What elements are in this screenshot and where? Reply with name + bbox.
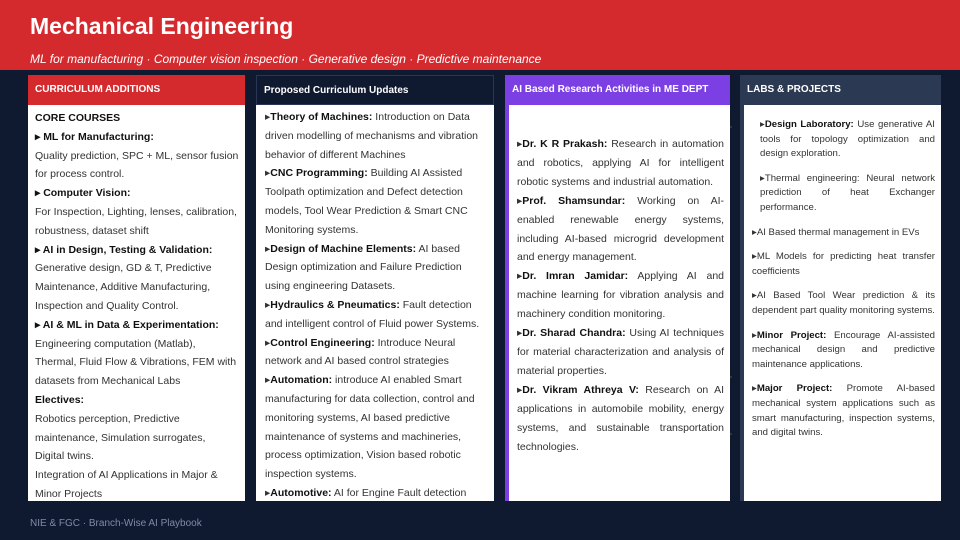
course-line: ▸ AI in Design, Testing & Validation:	[35, 243, 213, 256]
lab-project-item: ▸Design Laboratory: Use generative AI to…	[752, 118, 935, 162]
bullet-dot	[730, 126, 732, 128]
course-line: Maintenance, Additive Manufacturing,	[35, 281, 211, 294]
lab-project-item-text: Thermal engineering: Neural network pred…	[760, 172, 935, 213]
lab-project-item: ▸AI Based Tool Wear prediction & its dep…	[752, 289, 935, 318]
curriculum-update-item-title: Theory of Machines:	[270, 111, 373, 123]
research-activities-body: ▸Dr. K R Prakash: Research in automation…	[505, 105, 730, 501]
research-item: ▸Dr. K R Prakash: Research in automation…	[517, 135, 724, 192]
lab-project-item: ▸AI Based thermal management in EVs	[752, 226, 935, 241]
curriculum-update-item-text: introduce AI enabled Smart manufacturing…	[265, 374, 475, 481]
course-line: Electives:	[35, 393, 85, 406]
lab-project-item: ▸Major Project: Promote AI-based mechani…	[752, 382, 935, 440]
page-subtitle: ML for manufacturing · Computer vision i…	[30, 52, 542, 66]
research-item-title: Prof. Shamsundar:	[522, 194, 626, 207]
proposed-updates-heading: Proposed Curriculum Updates	[256, 75, 494, 105]
course-line: CORE COURSES	[35, 112, 121, 124]
research-item: ▸Dr. Vikram Athreya V: Research on AI ap…	[517, 381, 724, 457]
curriculum-additions-heading: CURRICULUM ADDITIONS	[28, 75, 245, 105]
curriculum-update-item: ▸CNC Programming: Building AI Assisted T…	[265, 164, 488, 239]
labs-projects-panel: LABS & PROJECTS ▸Design Laboratory: Use …	[740, 75, 941, 501]
lab-project-item-title: Design Laboratory:	[764, 119, 854, 130]
lab-project-item-text: AI Based Tool Wear prediction & its depe…	[752, 290, 935, 316]
curriculum-update-item: ▸Theory of Machines: Introduction on Dat…	[265, 108, 488, 164]
course-line: Quality prediction, SPC + ML, sensor fus…	[35, 149, 239, 162]
bullet-dot	[730, 433, 732, 435]
research-activities-panel: AI Based Research Activities in ME DEPT …	[505, 75, 730, 501]
curriculum-additions-panel: CURRICULUM ADDITIONS CORE COURSES ▸ ML fo…	[28, 75, 245, 501]
course-line: Robotics perception, Predictive	[35, 412, 180, 425]
proposed-updates-body: ▸Theory of Machines: Introduction on Dat…	[256, 105, 494, 501]
labs-projects-heading: LABS & PROJECTS	[740, 75, 941, 105]
course-line: Minor Projects	[35, 487, 103, 500]
course-line: Generative design, GD & T, Predictive	[35, 262, 212, 275]
research-item-title: Dr. Sharad Chandra:	[522, 327, 626, 340]
lab-project-item-text: ML Models for predicting heat transfer c…	[752, 251, 935, 277]
lab-project-item: ▸ML Models for predicting heat transfer …	[752, 250, 935, 279]
course-line: For Inspection, Lighting, lenses, calibr…	[35, 205, 237, 218]
lab-project-item: ▸Thermal engineering: Neural network pre…	[752, 172, 935, 216]
curriculum-additions-body: CORE COURSES ▸ ML for Manufacturing: Quali…	[28, 105, 245, 501]
course-line: Integration of AI Applications in Major …	[35, 469, 218, 482]
curriculum-update-item-title: Automotive:	[270, 486, 332, 499]
curriculum-update-item: ▸Hydraulics & Pneumatics: Fault detectio…	[265, 296, 488, 334]
footer-text: NIE & FGC · Branch-Wise AI Playbook	[30, 518, 202, 529]
curriculum-update-item-text: AI for Engine Fault detection	[331, 486, 467, 499]
curriculum-update-item: ▸Automotive: AI for Engine Fault detecti…	[265, 484, 488, 501]
lab-project-item-title: Minor Project:	[756, 329, 827, 341]
lab-project-item: ▸Minor Project: Encourage AI-assisted me…	[752, 329, 935, 373]
course-line: ▸ Computer Vision:	[35, 187, 131, 200]
page-title: Mechanical Engineering	[30, 13, 294, 39]
curriculum-update-item-title: Automation:	[270, 374, 333, 387]
course-line: Digital twins.	[35, 450, 94, 463]
research-item: ▸Prof. Shamsundar: Working on AI-enabled…	[517, 192, 724, 268]
course-line: ▸ ML for Manufacturing:	[35, 130, 154, 143]
course-line: Engineering computation (Matlab),	[35, 337, 196, 350]
curriculum-update-item-title: Hydraulics & Pneumatics:	[270, 298, 400, 311]
research-item: ▸Dr. Imran Jamidar: Applying AI and mach…	[517, 267, 724, 324]
proposed-updates-panel: Proposed Curriculum Updates ▸Theory of M…	[256, 75, 494, 501]
curriculum-update-item-title: Control Engineering:	[270, 336, 375, 349]
course-line: ▸ AI & ML in Data & Experimentation:	[35, 318, 219, 331]
research-item-title: Dr. Vikram Athreya V:	[522, 383, 639, 396]
course-line: maintenance, Simulation surrogates,	[35, 431, 206, 444]
curriculum-update-item: ▸Control Engineering: Introduce Neural n…	[265, 334, 488, 372]
course-line: datasets from Mechanical Labs	[35, 375, 181, 388]
curriculum-update-item: ▸Design of Machine Elements: AI based De…	[265, 240, 488, 296]
course-line: Inspection and Quality Control.	[35, 299, 179, 312]
research-item-title: Dr. Imran Jamidar:	[522, 270, 629, 283]
bullet-dot	[730, 376, 732, 378]
curriculum-update-item-title: Design of Machine Elements:	[270, 242, 417, 255]
labs-projects-body: ▸Design Laboratory: Use generative AI to…	[740, 105, 941, 501]
curriculum-update-item-title: CNC Programming:	[270, 167, 368, 180]
course-line: for process control.	[35, 168, 125, 181]
header-bar: Mechanical Engineering ML for manufactur…	[0, 0, 960, 70]
course-line: robustness, dataset shift	[35, 224, 149, 237]
course-line: Thermal, Fluid Flow & Vibrations, FEM wi…	[35, 356, 237, 369]
research-item-title: Dr. K R Prakash:	[522, 138, 608, 150]
curriculum-update-item: ▸Automation: introduce AI enabled Smart …	[265, 371, 488, 484]
lab-project-item-text: AI Based thermal management in EVs	[756, 226, 920, 238]
research-item: ▸Dr. Sharad Chandra: Using AI techniques…	[517, 324, 724, 381]
lab-project-item-title: Major Project:	[756, 383, 833, 395]
research-activities-heading: AI Based Research Activities in ME DEPT	[505, 75, 730, 105]
